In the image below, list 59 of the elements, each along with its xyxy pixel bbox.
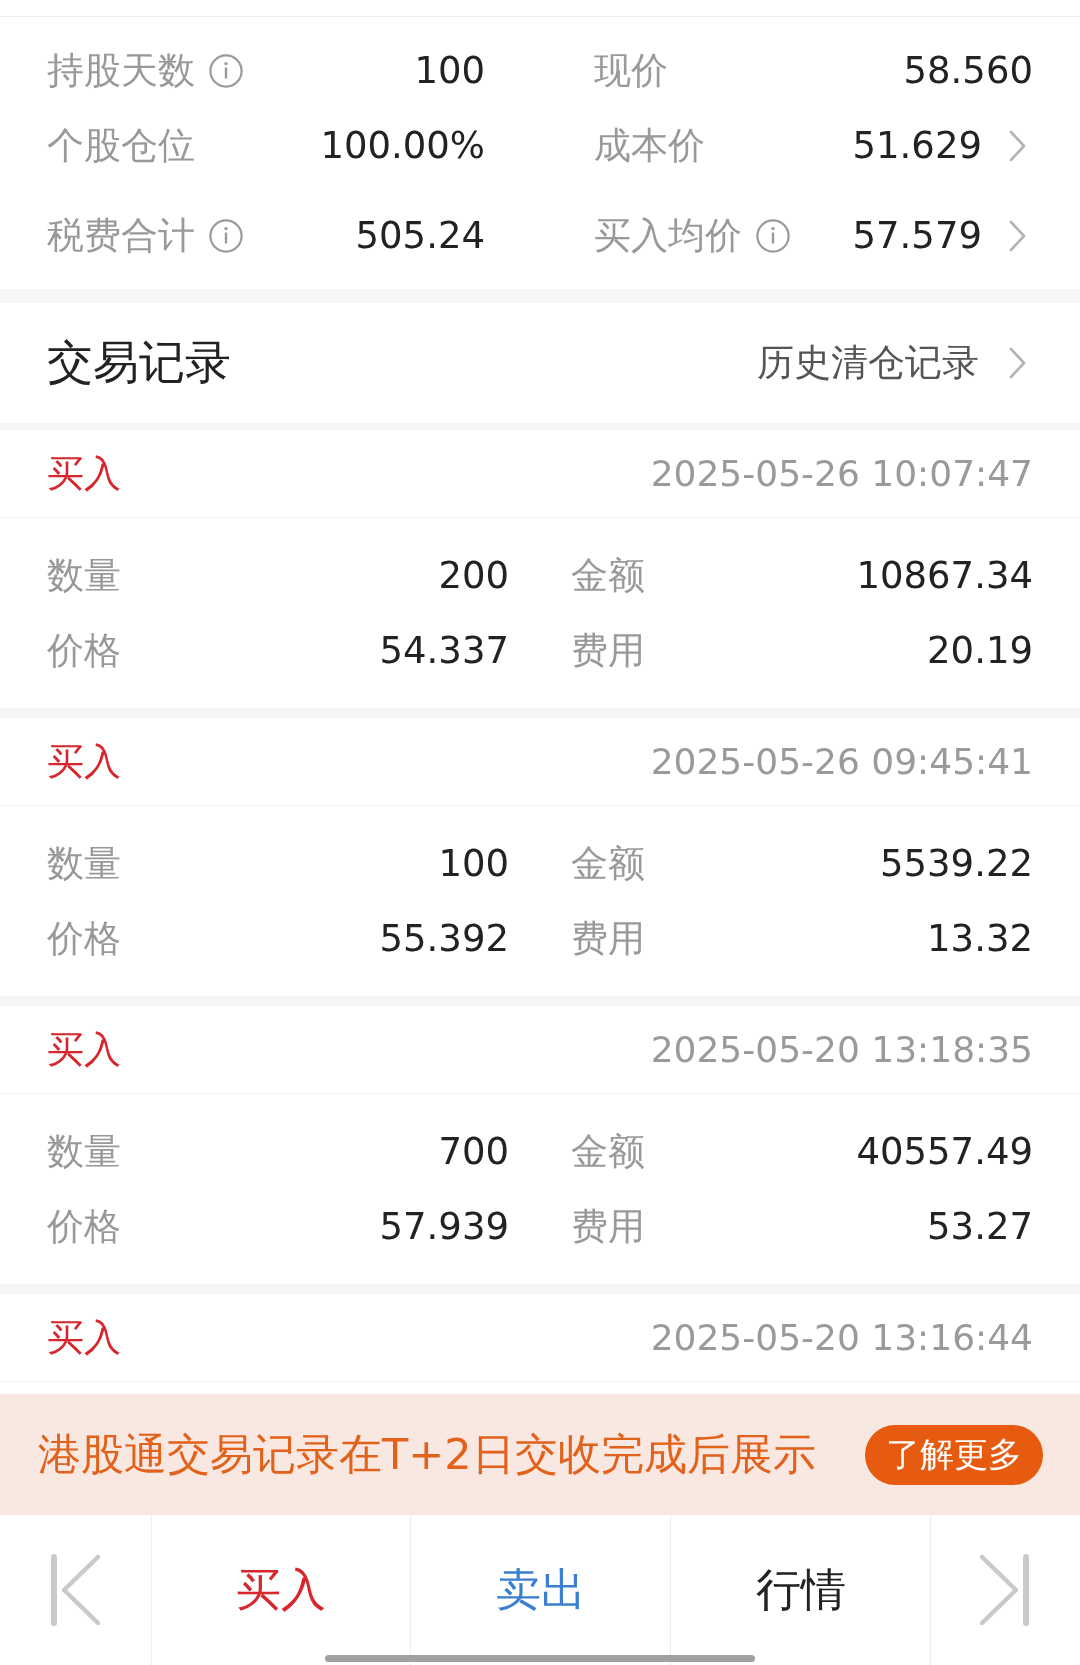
history-link[interactable]: 历史清仓记录 xyxy=(757,338,1033,388)
field-label: 费用 xyxy=(571,627,645,674)
field-label: 金额 xyxy=(571,552,645,599)
trade-type: 买入 xyxy=(47,1314,121,1361)
stat-label: 现价 xyxy=(594,47,668,94)
field-label: 数量 xyxy=(47,1128,121,1175)
field-value: 200 xyxy=(438,554,509,597)
stat-value: 505.24 xyxy=(355,214,485,257)
stat-label: 买入均价 xyxy=(594,212,742,259)
field-value: 57.939 xyxy=(379,1205,509,1248)
field-label: 金额 xyxy=(571,840,645,887)
trade-type: 买入 xyxy=(47,738,121,785)
field-label: 费用 xyxy=(571,1203,645,1250)
quote-button[interactable]: 行情 xyxy=(743,1552,858,1628)
stat-value: 57.579 xyxy=(852,214,982,257)
field-value: 55.392 xyxy=(379,917,509,960)
trade-time: 2025-05-26 10:07:47 xyxy=(650,453,1033,494)
sell-button[interactable]: 卖出 xyxy=(483,1552,598,1628)
trade-type: 买入 xyxy=(47,450,121,497)
trade-type: 买入 xyxy=(47,1026,121,1073)
buy-button[interactable]: 买入 xyxy=(224,1552,338,1628)
field-label: 数量 xyxy=(47,840,121,887)
info-icon[interactable] xyxy=(209,218,243,253)
info-icon[interactable] xyxy=(209,53,243,88)
field-value: 10867.34 xyxy=(856,554,1033,597)
field-value: 53.27 xyxy=(927,1205,1033,1248)
chevron-right-icon[interactable] xyxy=(1009,129,1026,162)
info-icon[interactable] xyxy=(756,218,790,253)
field-label: 数量 xyxy=(47,552,121,599)
field-value: 20.19 xyxy=(927,629,1033,672)
field-label: 价格 xyxy=(47,627,121,674)
section-title: 交易记录 xyxy=(47,334,231,391)
stat-value: 51.629 xyxy=(852,124,982,167)
stat-value: 58.560 xyxy=(903,49,1033,92)
field-label: 金额 xyxy=(571,1128,645,1175)
field-label: 费用 xyxy=(571,915,645,962)
stat-label: 税费合计 xyxy=(47,212,195,259)
chevron-right-icon[interactable] xyxy=(1009,219,1026,252)
stat-value: 100 xyxy=(414,49,485,92)
trade-time: 2025-05-26 09:45:41 xyxy=(650,741,1033,782)
learn-more-button[interactable]: 了解更多 xyxy=(865,1424,1043,1485)
stat-label: 个股仓位 xyxy=(47,122,195,169)
field-value: 700 xyxy=(438,1130,509,1173)
stat-value: 100.00% xyxy=(320,124,485,167)
field-value: 54.337 xyxy=(379,629,509,672)
field-value: 5539.22 xyxy=(880,842,1033,885)
field-label: 价格 xyxy=(47,915,121,962)
field-value: 100 xyxy=(438,842,509,885)
stat-label: 成本价 xyxy=(594,122,705,169)
stat-label: 持股天数 xyxy=(47,47,195,94)
skip-back-icon[interactable] xyxy=(51,1554,101,1626)
trade-time: 2025-05-20 13:16:44 xyxy=(650,1317,1033,1358)
field-value: 40557.49 xyxy=(856,1130,1033,1173)
field-value: 13.32 xyxy=(927,917,1033,960)
trade-time: 2025-05-20 13:18:35 xyxy=(650,1029,1033,1070)
notice-text: 港股通交易记录在T+2日交收完成后展示 xyxy=(38,1427,816,1481)
skip-forward-icon[interactable] xyxy=(979,1554,1029,1626)
field-label: 价格 xyxy=(47,1203,121,1250)
chevron-right-icon xyxy=(1009,347,1026,379)
